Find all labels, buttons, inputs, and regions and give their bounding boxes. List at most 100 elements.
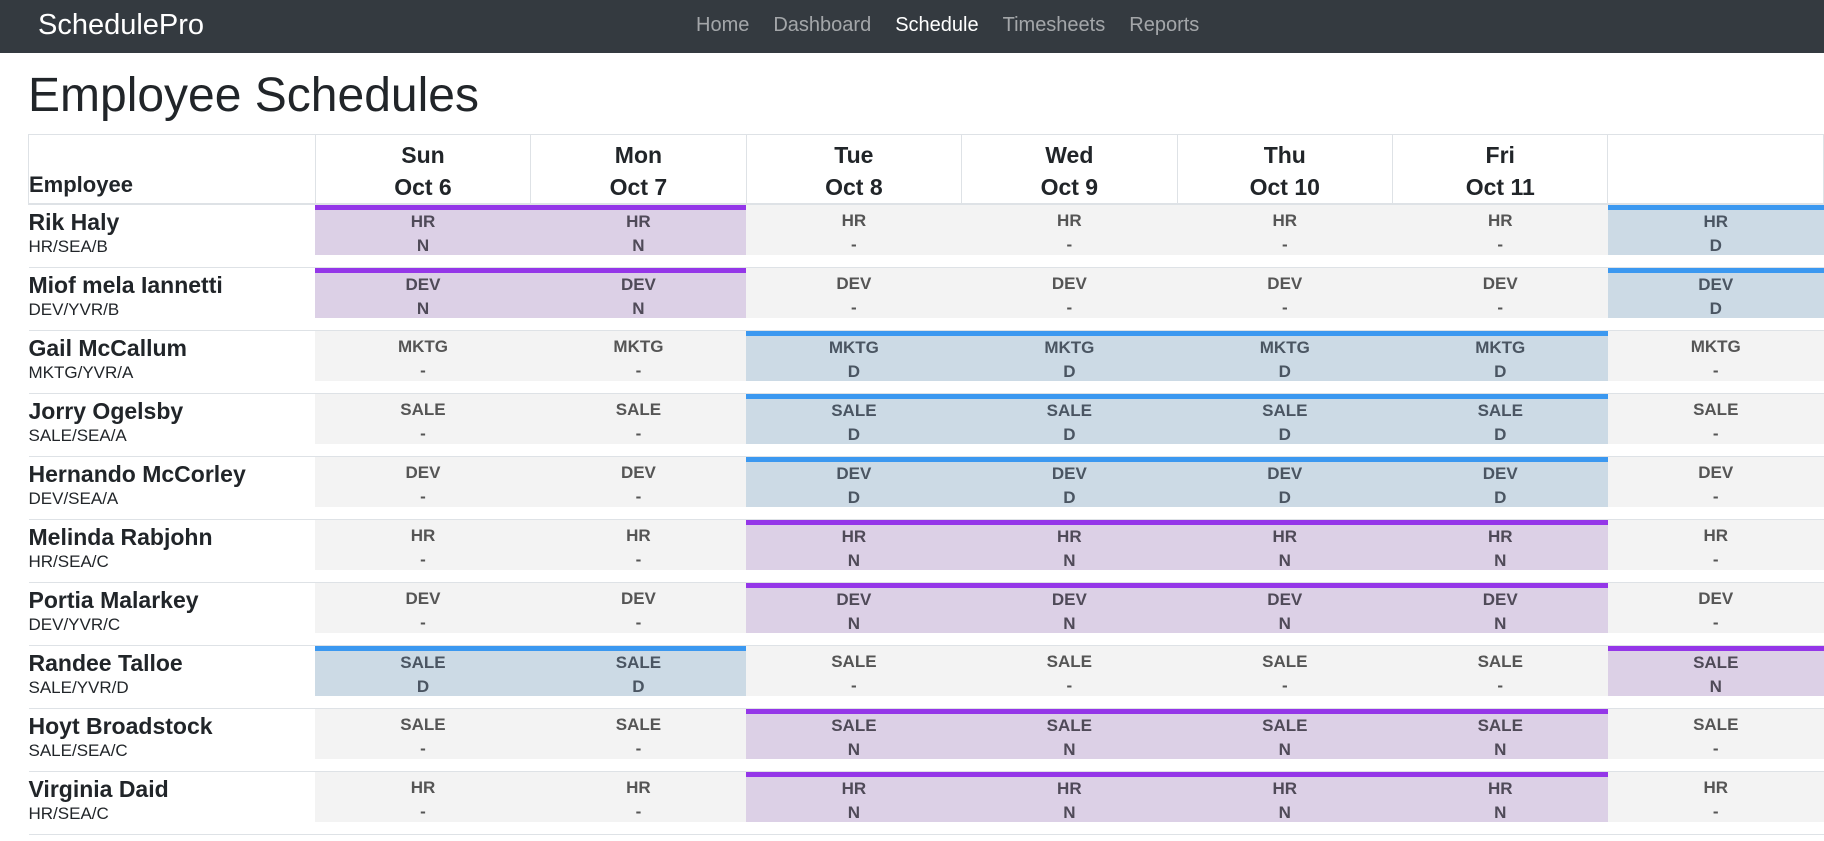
- day-shift-block[interactable]: MKTG D: [746, 330, 962, 381]
- day-shift-block[interactable]: SALE D: [961, 393, 1178, 444]
- shift-code: N: [1063, 550, 1076, 570]
- employee-code: HR/SEA/C: [28, 803, 109, 823]
- nav-link-reports[interactable]: Reports: [1117, 12, 1211, 38]
- off-shift-block[interactable]: SALE -: [1177, 645, 1393, 696]
- night-shift-block[interactable]: HR N: [961, 519, 1178, 570]
- off-shift-block[interactable]: DEV -: [315, 456, 531, 507]
- nav-link-home[interactable]: Home: [684, 12, 761, 38]
- off-shift-block[interactable]: HR -: [315, 771, 531, 822]
- shift-cell: SALE N: [1392, 708, 1608, 772]
- night-shift-block[interactable]: DEV N: [315, 267, 531, 318]
- off-shift-block[interactable]: HR -: [746, 205, 962, 255]
- off-shift-block[interactable]: HR -: [315, 519, 531, 570]
- off-shift-block[interactable]: DEV -: [961, 267, 1178, 318]
- night-shift-block[interactable]: HR N: [1177, 519, 1393, 570]
- night-shift-block[interactable]: DEV N: [1177, 582, 1393, 633]
- night-shift-block[interactable]: DEV N: [746, 582, 962, 633]
- night-shift-block[interactable]: HR N: [746, 771, 962, 822]
- night-shift-block[interactable]: SALE N: [1607, 645, 1824, 696]
- night-shift-block[interactable]: SALE N: [1392, 708, 1608, 759]
- night-shift-block[interactable]: HR N: [1392, 519, 1608, 570]
- off-shift-block[interactable]: MKTG -: [530, 330, 747, 381]
- off-shift-block[interactable]: SALE -: [315, 393, 531, 444]
- off-shift-block[interactable]: DEV -: [1607, 582, 1824, 633]
- day-shift-block[interactable]: DEV D: [1392, 456, 1608, 507]
- nav-link-timesheets[interactable]: Timesheets: [991, 12, 1118, 38]
- shift-code: D: [1063, 361, 1076, 381]
- off-shift-block[interactable]: MKTG -: [1607, 330, 1824, 381]
- off-shift-block[interactable]: DEV -: [530, 582, 747, 633]
- shift-department: SALE: [1046, 715, 1092, 735]
- night-shift-block[interactable]: DEV N: [961, 582, 1178, 633]
- day-shift-block[interactable]: MKTG D: [1392, 330, 1608, 381]
- off-shift-block[interactable]: DEV -: [530, 456, 747, 507]
- off-shift-block[interactable]: SALE -: [530, 708, 747, 759]
- off-shift-block[interactable]: HR -: [530, 771, 747, 822]
- off-shift-block[interactable]: SALE -: [746, 645, 962, 696]
- day-shift-block[interactable]: SALE D: [746, 393, 962, 444]
- night-shift-block[interactable]: SALE N: [961, 708, 1178, 759]
- shift-cell: SALE N: [961, 708, 1178, 772]
- off-shift-block[interactable]: DEV -: [1392, 267, 1608, 318]
- off-shift-block[interactable]: DEV -: [1607, 456, 1824, 507]
- day-shift-block[interactable]: DEV D: [1607, 267, 1824, 318]
- day-shift-block[interactable]: SALE D: [530, 645, 747, 696]
- employee-name: Hernando McCorley: [28, 460, 246, 487]
- night-shift-block[interactable]: HR N: [315, 205, 531, 255]
- day-shift-block[interactable]: MKTG D: [961, 330, 1178, 381]
- shift-department: SALE: [1262, 651, 1308, 671]
- day-date: Oct 7: [609, 174, 668, 200]
- off-shift-block[interactable]: DEV -: [315, 582, 531, 633]
- night-shift-block[interactable]: HR N: [961, 771, 1178, 822]
- night-shift-block[interactable]: HR N: [1177, 771, 1393, 822]
- off-shift-block[interactable]: SALE -: [1607, 393, 1824, 444]
- employee-name: Gail McCallum: [28, 334, 187, 361]
- night-shift-block[interactable]: SALE N: [746, 708, 962, 759]
- shift-department: DEV: [1051, 589, 1087, 609]
- day-shift-block[interactable]: HR D: [1607, 205, 1824, 255]
- night-shift-block[interactable]: DEV N: [530, 267, 747, 318]
- off-shift-block[interactable]: SALE -: [530, 393, 747, 444]
- off-shift-block[interactable]: HR -: [1607, 519, 1824, 570]
- day-shift-block[interactable]: DEV D: [961, 456, 1178, 507]
- day-shift-block[interactable]: MKTG D: [1177, 330, 1393, 381]
- day-shift-block[interactable]: SALE D: [315, 645, 531, 696]
- day-shift-block[interactable]: DEV D: [746, 456, 962, 507]
- shift-code: N: [1063, 739, 1076, 759]
- off-shift-block[interactable]: HR -: [961, 205, 1178, 255]
- shift-department: HR: [626, 212, 651, 231]
- shift-cell: HR -: [961, 204, 1178, 268]
- off-shift-block[interactable]: DEV -: [1177, 267, 1393, 318]
- shift-cell: DEV -: [1607, 456, 1824, 520]
- off-shift-block[interactable]: DEV -: [746, 267, 962, 318]
- employee-name: Hoyt Broadstock: [28, 712, 213, 739]
- nav-link-schedule[interactable]: Schedule: [883, 12, 990, 38]
- off-shift-block[interactable]: HR -: [1607, 771, 1824, 822]
- day-shift-block[interactable]: SALE D: [1392, 393, 1608, 444]
- off-shift-block[interactable]: MKTG -: [315, 330, 531, 381]
- nav-link-dashboard[interactable]: Dashboard: [761, 12, 883, 38]
- off-shift-block[interactable]: HR -: [530, 519, 747, 570]
- night-shift-block[interactable]: HR N: [746, 519, 962, 570]
- off-shift-block[interactable]: HR -: [1177, 205, 1393, 255]
- night-shift-block[interactable]: HR N: [1392, 771, 1608, 822]
- shift-cell: SALE -: [1392, 645, 1608, 709]
- day-shift-block[interactable]: DEV D: [1177, 456, 1393, 507]
- off-shift-block[interactable]: SALE -: [315, 708, 531, 759]
- shift-code: N: [1709, 676, 1722, 696]
- day-shift-block[interactable]: SALE D: [1177, 393, 1393, 444]
- shift-department: SALE: [1046, 400, 1092, 420]
- off-shift-block[interactable]: SALE -: [1607, 708, 1824, 759]
- off-shift-block[interactable]: SALE -: [961, 645, 1178, 696]
- shift-code: -: [420, 549, 426, 569]
- brand-logo[interactable]: SchedulePro: [38, 8, 204, 42]
- shift-cell: SALE D: [530, 645, 747, 709]
- shift-code: N: [1063, 802, 1076, 822]
- shift-department: DEV: [1698, 274, 1734, 294]
- off-shift-block[interactable]: HR -: [1392, 205, 1608, 255]
- shift-code: -: [1497, 297, 1504, 317]
- night-shift-block[interactable]: HR N: [530, 205, 747, 255]
- night-shift-block[interactable]: SALE N: [1177, 708, 1393, 759]
- off-shift-block[interactable]: SALE -: [1392, 645, 1608, 696]
- night-shift-block[interactable]: DEV N: [1392, 582, 1608, 633]
